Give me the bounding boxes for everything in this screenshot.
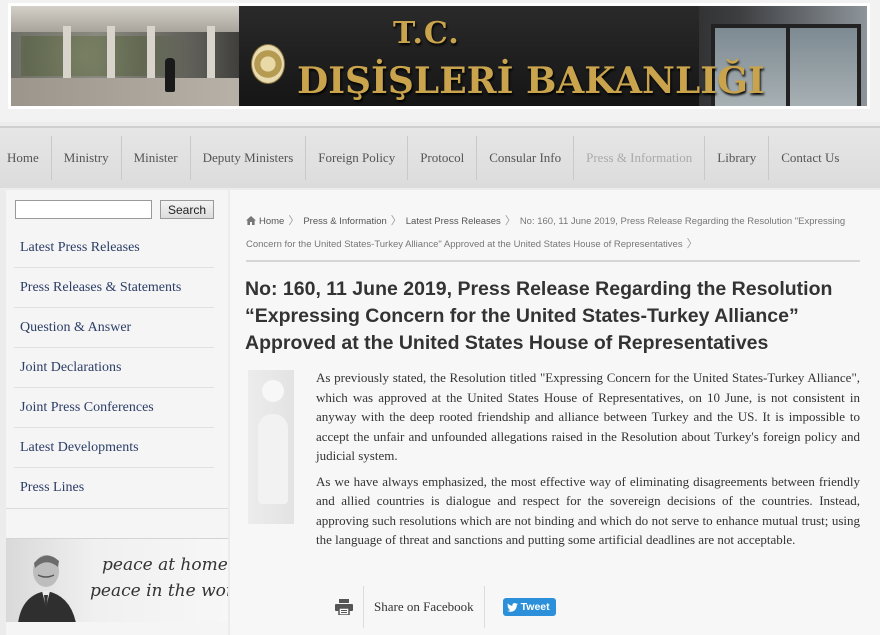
top-navigation: Home Ministry Minister Deputy Ministers … — [0, 126, 880, 188]
search-input[interactable] — [15, 200, 152, 219]
banner-tc-text: T.C. — [393, 16, 460, 51]
sidebar-item-press-lines[interactable]: Press Lines — [14, 468, 214, 508]
nav-item-consular-info[interactable]: Consular Info — [477, 136, 575, 180]
ataturk-portrait-image — [18, 555, 76, 622]
sidebar-item-joint-declarations[interactable]: Joint Declarations — [14, 348, 214, 388]
search-button[interactable]: Search — [160, 200, 214, 219]
ministry-banner-image: T.C. DIŞİŞLERİ BAKANLIĞI — [8, 3, 870, 109]
article-paragraph: As we have always emphasized, the most e… — [316, 473, 860, 548]
nav-item-library[interactable]: Library — [705, 136, 770, 180]
banner-ministry-text: DIŞİŞLERİ BAKANLIĞI — [297, 60, 765, 102]
watermark-graphic — [248, 370, 294, 524]
ministry-seal-icon — [251, 44, 285, 84]
sidebar-divider — [6, 508, 228, 509]
breadcrumb-press-information[interactable]: Press & Information — [303, 216, 386, 227]
main-content: Home 〉 Press & Information 〉 Latest Press Re… — [230, 190, 880, 635]
sidebar-item-latest-press-releases[interactable]: Latest Press Releases — [14, 228, 214, 268]
breadcrumb: Home 〉 Press & Information 〉 Latest Press Re… — [246, 210, 860, 262]
print-icon[interactable] — [324, 586, 364, 628]
sidebar-menu: Latest Press Releases Press Releases & S… — [14, 228, 214, 508]
breadcrumb-home[interactable]: Home — [259, 216, 284, 227]
chevron-right-icon: 〉 — [390, 215, 402, 227]
page-title: No: 160, 11 June 2019, Press Release Reg… — [245, 278, 833, 354]
sidebar-item-press-releases-statements[interactable]: Press Releases & Statements — [14, 268, 214, 308]
nav-item-minister[interactable]: Minister — [122, 136, 191, 180]
ataturk-quote-banner[interactable]: peace at home peace in the world — [6, 538, 228, 622]
quote-line-1: peace at home — [102, 555, 228, 575]
tweet-button[interactable]: Tweet — [502, 598, 556, 616]
chevron-right-icon: 〉 — [686, 238, 698, 250]
nav-item-press-information[interactable]: Press & Information — [574, 136, 706, 180]
share-on-facebook-link[interactable]: Share on Facebook — [364, 586, 485, 628]
pedestrian-figure — [165, 58, 175, 92]
article-paragraph: As previously stated, the Resolution tit… — [316, 370, 860, 463]
chevron-right-icon: 〉 — [504, 215, 516, 227]
twitter-bird-icon — [506, 602, 518, 612]
nav-item-deputy-ministers[interactable]: Deputy Ministers — [191, 136, 307, 180]
nav-item-foreign-policy[interactable]: Foreign Policy — [306, 136, 409, 180]
chevron-right-icon: 〉 — [288, 215, 300, 227]
home-icon — [246, 216, 256, 225]
nav-item-protocol[interactable]: Protocol — [408, 136, 478, 180]
sidebar-item-question-answer[interactable]: Question & Answer — [14, 308, 214, 348]
nav-item-contact-us[interactable]: Contact Us — [769, 136, 851, 180]
nav-item-ministry[interactable]: Ministry — [52, 136, 122, 180]
article-body: As previously stated, the Resolution tit… — [316, 368, 860, 556]
sidebar-item-latest-developments[interactable]: Latest Developments — [14, 428, 214, 468]
breadcrumb-latest-press-releases[interactable]: Latest Press Releases — [406, 216, 501, 227]
quote-line-2: peace in the world — [90, 581, 228, 601]
sidebar: Search Latest Press Releases Press Relea… — [6, 190, 228, 635]
share-bar: Share on Facebook Tweet — [324, 586, 556, 628]
sidebar-item-joint-press-conferences[interactable]: Joint Press Conferences — [14, 388, 214, 428]
header-banner-area: T.C. DIŞİŞLERİ BAKANLIĞI — [0, 0, 880, 122]
tweet-label: Tweet — [520, 601, 550, 613]
search-form: Search — [15, 200, 214, 219]
nav-item-home[interactable]: Home — [0, 136, 52, 180]
